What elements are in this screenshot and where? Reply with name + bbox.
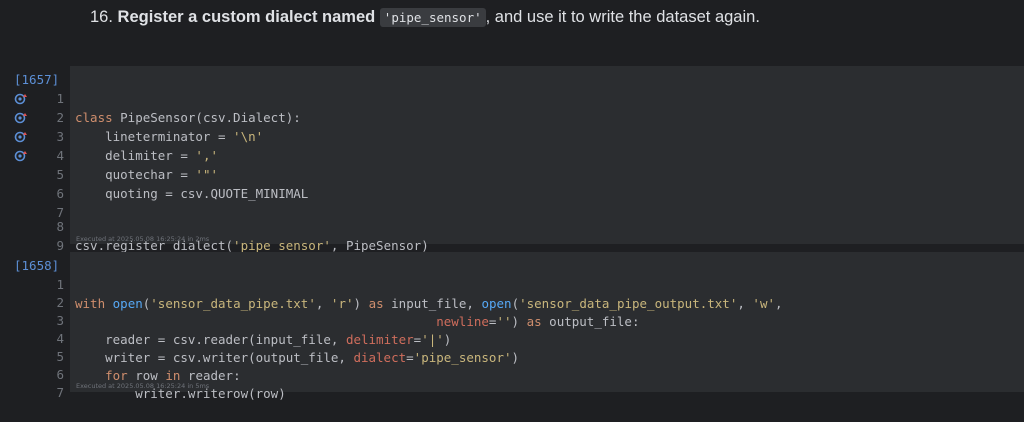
- code-line[interactable]: 7: [0, 364, 1024, 400]
- heading-rest-text: , and use it to write the dataset again.: [485, 8, 760, 26]
- execution-footer-1: Executed at 2025.05.08 16:25:24 in 2ms: [76, 235, 210, 243]
- code-cell-2[interactable]: [1658] 1 with open('sensor_data_pipe.txt…: [0, 252, 1024, 401]
- code-line[interactable]: 6: [0, 165, 1024, 201]
- code-line[interactable]: 5 for row in reader:: [0, 328, 1024, 383]
- code-token: , PipeSensor): [330, 238, 429, 253]
- line-number: 7: [56, 385, 64, 400]
- step-number: 16.: [90, 8, 113, 26]
- inline-code: 'pipe_sensor': [379, 8, 486, 27]
- code-cell-1[interactable]: [1657] 1 class PipeSensor(csv.Dialect): …: [0, 66, 1024, 253]
- string-literal: 'pipe_sensor': [233, 238, 331, 253]
- code-line[interactable]: 2 lineterminator = '\n': [0, 89, 1024, 144]
- heading-bold-text: Register a custom dialect named: [117, 8, 376, 26]
- code-line[interactable]: 3 reader = csv.reader(input_file, delimi…: [0, 292, 1024, 347]
- code-line[interactable]: 1 with open('sensor_data_pipe.txt', 'r')…: [0, 256, 1024, 311]
- code-line[interactable]: 1 class PipeSensor(csv.Dialect):: [0, 70, 1024, 125]
- markdown-heading: 16. Register a custom dialect named 'pip…: [90, 8, 760, 27]
- code-line[interactable]: 2 newline='') as output_file:: [0, 274, 1024, 329]
- execution-footer-2: Executed at 2025.05.08 16:25:24 in 5ms: [76, 382, 210, 390]
- code-line[interactable]: 3 delimiter = ',': [0, 108, 1024, 163]
- markdown-cell[interactable]: 16. Register a custom dialect named 'pip…: [0, 0, 1024, 62]
- code-line[interactable]: 4 quotechar = '"': [0, 127, 1024, 182]
- code-line[interactable]: 5 quoting = csv.QUOTE_MINIMAL: [0, 146, 1024, 201]
- code-line[interactable]: 9: [0, 217, 1024, 253]
- code-line[interactable]: 6 writer.writerow(row): [0, 346, 1024, 401]
- code-line[interactable]: 8 csv.register_dialect('pipe_sensor', Pi…: [0, 198, 1024, 253]
- code-line[interactable]: 4 writer = csv.writer(output_file, diale…: [0, 310, 1024, 365]
